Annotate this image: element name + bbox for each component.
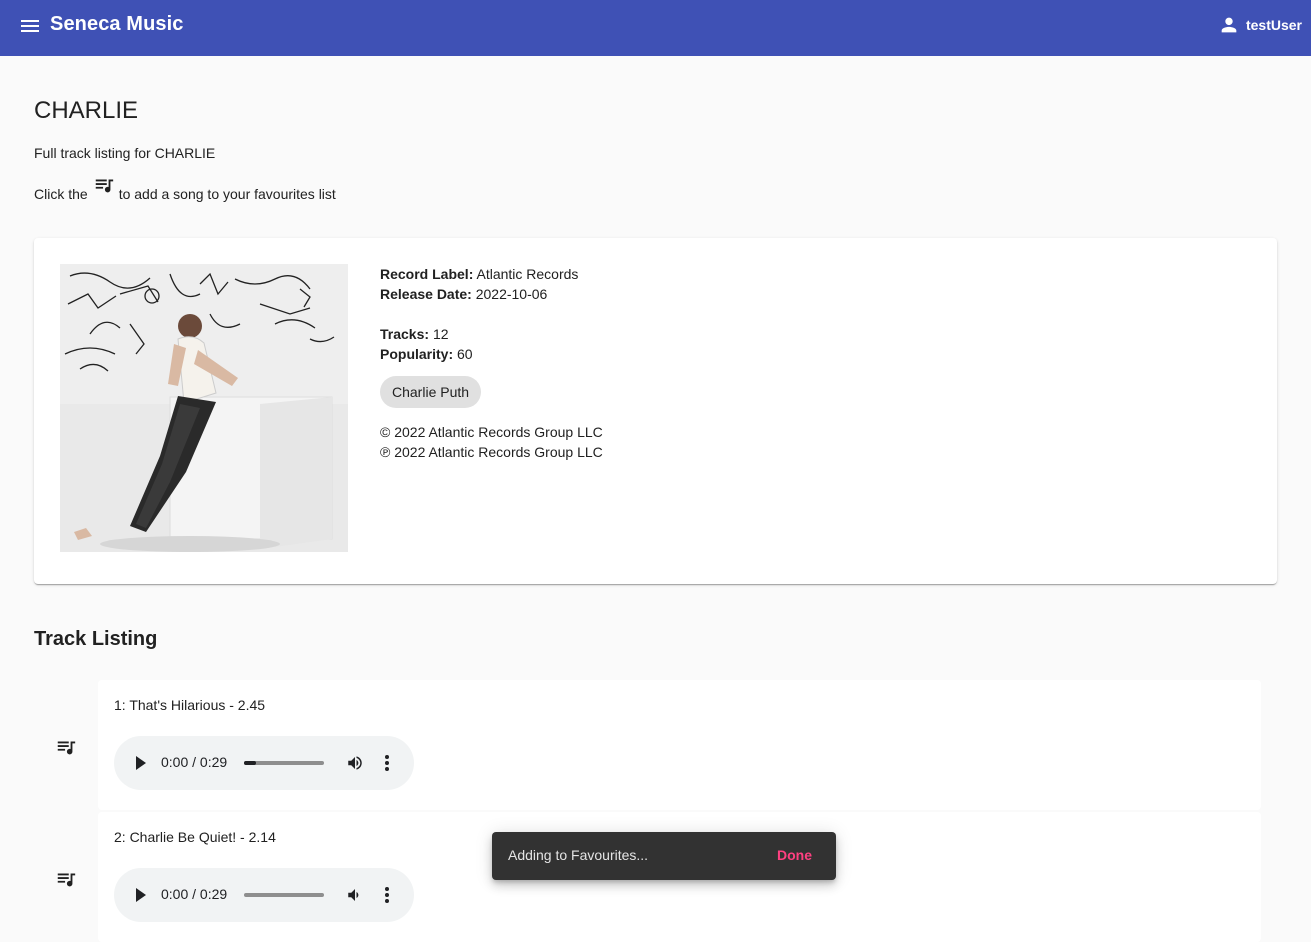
tracks-value: 12	[432, 326, 449, 342]
page-title: CHARLIE	[34, 97, 139, 124]
add-to-favourites-icon[interactable]	[55, 736, 77, 758]
release-date-label: Release Date:	[380, 286, 472, 302]
album-info: Record Label: Atlantic Records Release D…	[380, 264, 603, 462]
track-card: 1: That's Hilarious - 2.45 0:00 / 0:29	[98, 680, 1261, 810]
menu-icon[interactable]	[18, 14, 42, 38]
seek-progress	[244, 761, 256, 765]
audio-player: 0:00 / 0:29	[114, 868, 414, 922]
username: testUser	[1245, 17, 1302, 33]
favourites-hint: Click the to add a song to your favourit…	[34, 179, 336, 202]
track-title: 1: That's Hilarious - 2.45	[114, 697, 266, 713]
track-title: 2: Charlie Be Quiet! - 2.14	[114, 829, 276, 845]
artist-chip[interactable]: Charlie Puth	[380, 376, 482, 408]
popularity-value: 60	[457, 346, 473, 362]
more-options-icon[interactable]	[384, 754, 390, 772]
snackbar-message: Adding to Favourites...	[508, 847, 649, 863]
record-label-label: Record Label:	[380, 266, 474, 282]
playback-time: 0:00 / 0:29	[161, 754, 228, 770]
hint-text-after: to add a song to your favourites list	[118, 186, 336, 202]
user-menu-button[interactable]: testUser	[1218, 13, 1302, 37]
play-icon[interactable]	[134, 755, 148, 771]
record-label-value: Atlantic Records	[476, 266, 579, 282]
volume-icon[interactable]	[346, 754, 364, 772]
top-toolbar: Seneca Music testUser	[0, 0, 1311, 56]
hint-text-before: Click the	[34, 186, 88, 202]
snackbar-done-button[interactable]: Done	[777, 847, 812, 863]
popularity-row: Popularity: 60	[380, 344, 603, 364]
person-icon	[1221, 17, 1237, 33]
album-cover-image	[60, 264, 348, 552]
queue-music-icon	[95, 179, 113, 193]
volume-icon[interactable]	[346, 886, 364, 904]
page-subtitle: Full track listing for CHARLIE	[34, 145, 216, 161]
record-label-row: Record Label: Atlantic Records	[380, 264, 603, 284]
snackbar: Adding to Favourites... Done	[492, 832, 836, 880]
seek-slider[interactable]	[244, 893, 324, 897]
album-card: Record Label: Atlantic Records Release D…	[34, 238, 1277, 584]
phonographic-copyright-text: ℗ 2022 Atlantic Records Group LLC	[380, 444, 603, 460]
more-options-icon[interactable]	[384, 886, 390, 904]
release-date-value: 2022-10-06	[475, 286, 548, 302]
seek-slider[interactable]	[244, 761, 324, 765]
track-listing-title: Track Listing	[34, 628, 158, 650]
popularity-label: Popularity:	[380, 346, 454, 362]
add-to-favourites-icon[interactable]	[55, 868, 77, 890]
tracks-row: Tracks: 12	[380, 324, 603, 344]
app-title[interactable]: Seneca Music	[50, 13, 184, 36]
audio-player: 0:00 / 0:29	[114, 736, 414, 790]
playback-time: 0:00 / 0:29	[161, 886, 228, 902]
release-date-row: Release Date: 2022-10-06	[380, 284, 603, 304]
tracks-label: Tracks:	[380, 326, 430, 342]
play-icon[interactable]	[134, 887, 148, 903]
copyright-text: © 2022 Atlantic Records Group LLC	[380, 424, 603, 440]
